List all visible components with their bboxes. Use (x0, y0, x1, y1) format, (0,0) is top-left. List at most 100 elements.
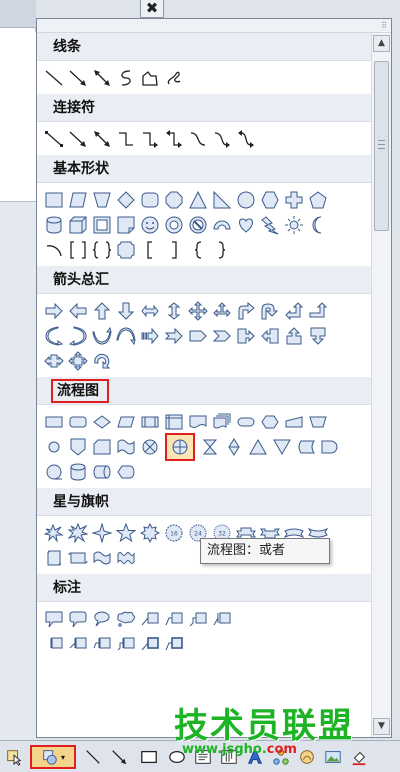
block-arc-shape[interactable] (211, 214, 233, 236)
oval-tool-icon[interactable] (166, 745, 188, 769)
line-shape[interactable] (43, 67, 65, 89)
explosion-2-shape[interactable] (67, 522, 89, 544)
quad-arrow-shape[interactable] (187, 300, 209, 322)
cube-shape[interactable] (67, 214, 89, 236)
plaque-shape[interactable] (115, 239, 137, 261)
close-button[interactable]: ✖ (140, 0, 164, 18)
flowchart-internal-storage-shape[interactable] (163, 411, 185, 433)
scroll-down-button[interactable]: ▼ (373, 718, 390, 735)
flowchart-predefined-process-shape[interactable] (139, 411, 161, 433)
arrow-line-shape[interactable] (67, 67, 89, 89)
smiley-face-shape[interactable] (139, 214, 161, 236)
double-bracket-shape[interactable] (67, 239, 89, 261)
flowchart-sort-shape[interactable] (223, 436, 245, 458)
line-tool-icon[interactable] (82, 745, 104, 769)
border-callout-1-shape[interactable] (139, 633, 161, 655)
curved-up-arrow-shape[interactable] (91, 325, 113, 347)
scribble-shape[interactable] (163, 67, 185, 89)
flowchart-card-shape[interactable] (91, 436, 113, 458)
line-callout-3-shape[interactable] (187, 608, 209, 630)
down-arrow-callout-shape[interactable] (307, 325, 329, 347)
curved-double-arrow-connector-shape[interactable] (235, 128, 257, 150)
straight-connector-shape[interactable] (43, 128, 65, 150)
left-bracket-shape[interactable] (139, 239, 161, 261)
double-arrow-line-shape[interactable] (91, 67, 113, 89)
scroll-thumb[interactable] (374, 61, 389, 231)
up-down-arrow-shape[interactable] (163, 300, 185, 322)
bent-up-arrow-shape[interactable] (307, 300, 329, 322)
straight-arrow-connector-shape[interactable] (67, 128, 89, 150)
down-arrow-shape[interactable] (115, 300, 137, 322)
flowchart-multidocument-shape[interactable] (211, 411, 233, 433)
star-4-point-shape[interactable] (91, 522, 113, 544)
flowchart-punched-tape-shape[interactable] (115, 436, 137, 458)
flowchart-or-shape[interactable] (165, 432, 195, 461)
rounded-rectangular-callout-shape[interactable] (67, 608, 89, 630)
border-callout-2-shape[interactable] (163, 633, 185, 655)
flowchart-data-shape[interactable] (115, 411, 137, 433)
clip-art-tool-icon[interactable] (296, 745, 318, 769)
rounded-rectangle-shape[interactable] (139, 189, 161, 211)
star-8-point-shape[interactable] (139, 522, 161, 544)
curve-shape[interactable] (115, 67, 137, 89)
select-objects-icon[interactable] (2, 745, 26, 769)
flowchart-collate-shape[interactable] (199, 436, 221, 458)
flowchart-preparation-shape[interactable] (259, 411, 281, 433)
sun-shape[interactable] (283, 214, 305, 236)
flowchart-magnetic-disk-shape[interactable] (67, 461, 89, 483)
notched-right-arrow-shape[interactable] (163, 325, 185, 347)
octagon-shape[interactable] (163, 189, 185, 211)
right-arrow-callout-shape[interactable] (235, 325, 257, 347)
oval-callout-shape[interactable] (91, 608, 113, 630)
star-5-point-shape[interactable] (115, 522, 137, 544)
flowchart-delay-shape[interactable] (319, 436, 341, 458)
flowchart-manual-operation-shape[interactable] (307, 411, 329, 433)
left-right-up-arrow-shape[interactable] (211, 300, 233, 322)
curved-left-arrow-shape[interactable] (67, 325, 89, 347)
resize-grip-icon[interactable]: ⠿ (381, 21, 387, 30)
cross-shape[interactable] (283, 189, 305, 211)
heart-shape[interactable] (235, 214, 257, 236)
right-brace-shape[interactable] (211, 239, 233, 261)
curved-arrow-connector-shape[interactable] (211, 128, 233, 150)
flowchart-terminator-shape[interactable] (235, 411, 257, 433)
arrow-tool-icon[interactable] (108, 745, 130, 769)
picture-tool-icon[interactable] (322, 745, 344, 769)
left-right-arrow-shape[interactable] (139, 300, 161, 322)
up-arrow-callout-shape[interactable] (283, 325, 305, 347)
flowchart-sequential-access-storage-shape[interactable] (43, 461, 65, 483)
accent-callout-3-shape[interactable] (91, 633, 113, 655)
autoshapes-button[interactable]: ▾ (30, 745, 76, 769)
line-callout-2-shape[interactable] (163, 608, 185, 630)
flowchart-off-page-connector-shape[interactable] (67, 436, 89, 458)
can-shape[interactable] (43, 214, 65, 236)
cloud-callout-shape[interactable] (115, 608, 137, 630)
curved-down-arrow-shape[interactable] (115, 325, 137, 347)
curved-right-arrow-shape[interactable] (43, 325, 65, 347)
double-arrow-connector-shape[interactable] (91, 128, 113, 150)
right-bracket-shape[interactable] (163, 239, 185, 261)
parallelogram-shape[interactable] (67, 189, 89, 211)
double-wave-shape[interactable] (115, 547, 137, 569)
diagram-tool-icon[interactable] (270, 745, 292, 769)
fill-color-tool-icon[interactable] (348, 745, 370, 769)
striped-right-arrow-shape[interactable] (139, 325, 161, 347)
elbow-arrow-connector-shape[interactable] (139, 128, 161, 150)
wordart-tool-icon[interactable] (244, 745, 266, 769)
wave-shape[interactable] (91, 547, 113, 569)
flowchart-connector-shape[interactable] (43, 436, 65, 458)
flowchart-merge-shape[interactable] (271, 436, 293, 458)
left-arrow-shape[interactable] (67, 300, 89, 322)
double-brace-shape[interactable] (91, 239, 113, 261)
curved-connector-shape[interactable] (187, 128, 209, 150)
lightning-bolt-shape[interactable] (259, 214, 281, 236)
hexagon-shape[interactable] (259, 189, 281, 211)
flowchart-decision-shape[interactable] (91, 411, 113, 433)
vertical-scrollbar[interactable]: ▲ ▼ (371, 33, 391, 737)
accent-callout-1-shape[interactable] (43, 633, 65, 655)
chevron-shape[interactable] (211, 325, 233, 347)
flowchart-extract-shape[interactable] (247, 436, 269, 458)
up-arrow-shape[interactable] (91, 300, 113, 322)
donut-shape[interactable] (163, 214, 185, 236)
vertical-scroll-shape[interactable] (43, 547, 65, 569)
